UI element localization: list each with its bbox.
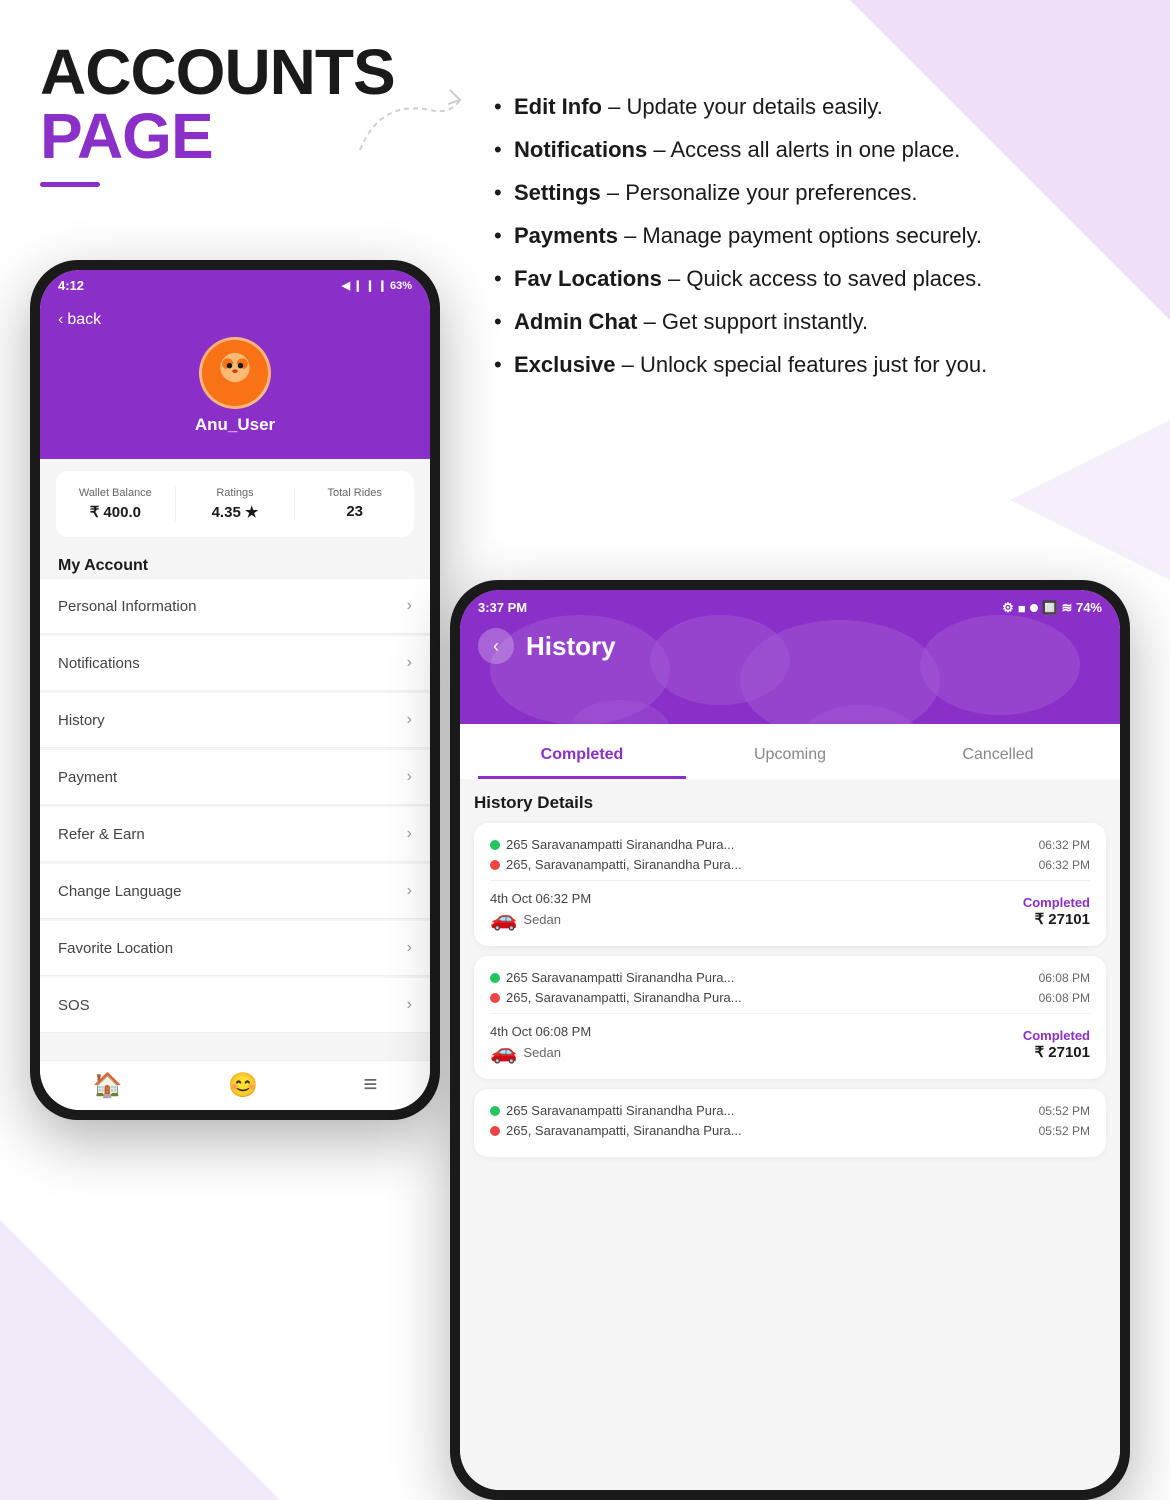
nav-home-icon[interactable]: 🏠 (93, 1071, 123, 1100)
tab-completed[interactable]: Completed (478, 734, 686, 779)
feature-fav-locations: Fav Locations – Quick access to saved pl… (490, 262, 1130, 295)
ride-route-from-3: 265 Saravanampatti Siranandha Pura... 05… (490, 1103, 1090, 1118)
ride-card-1[interactable]: 265 Saravanampatti Siranandha Pura... 06… (474, 823, 1106, 946)
car-icon-1: 🚗 (490, 906, 517, 932)
menu-language[interactable]: Change Language › (40, 864, 430, 919)
history-details-label: History Details (474, 793, 1106, 813)
tab-upcoming[interactable]: Upcoming (686, 734, 894, 779)
back-button-1[interactable]: ‹ back (58, 311, 101, 329)
to-dot-3 (490, 1126, 500, 1136)
history-content: History Details 265 Saravanampatti Siran… (460, 779, 1120, 1490)
history-status-icons: ⚙ ■ 🔲 ≋ 74% (1002, 600, 1102, 616)
menu-payment[interactable]: Payment › (40, 750, 430, 805)
divider-2 (490, 1013, 1090, 1014)
status-bar-1: 4:12 ◀ ❙ ❙ ❙ 63% (40, 270, 430, 301)
stat-rides: Total Rides 23 (295, 487, 414, 521)
ride-route-from-1: 265 Saravanampatti Siranandha Pura... 06… (490, 837, 1090, 852)
status-time-1: 4:12 (58, 278, 84, 293)
history-status-bar: 3:37 PM ⚙ ■ 🔲 ≋ 74% (478, 600, 1102, 616)
phone-purple-header: ‹ back Anu_User (40, 301, 430, 459)
history-header: 3:37 PM ⚙ ■ 🔲 ≋ 74% ‹ History (460, 590, 1120, 724)
menu-personal-info[interactable]: Personal Information › (40, 579, 430, 634)
nav-face-icon[interactable]: 😊 (228, 1071, 258, 1100)
ride-footer-1: 4th Oct 06:32 PM 🚗 Sedan Completed ₹ 271… (490, 891, 1090, 932)
feature-admin-chat: Admin Chat – Get support instantly. (490, 305, 1130, 338)
my-account-label: My Account (40, 549, 430, 579)
divider-1 (490, 880, 1090, 881)
doodle-decoration (350, 80, 470, 160)
ride-route-to-1: 265, Saravanampatti, Siranandha Pura... … (490, 857, 1090, 872)
feature-settings: Settings – Personalize your preferences. (490, 176, 1130, 209)
tab-cancelled[interactable]: Cancelled (894, 734, 1102, 779)
history-tabs: Completed Upcoming Cancelled (460, 724, 1120, 779)
phone-mockup-history: 3:37 PM ⚙ ■ 🔲 ≋ 74% ‹ History Completed … (450, 580, 1130, 1500)
nav-menu-icon[interactable]: ≡ (363, 1071, 377, 1100)
menu-favorite-location[interactable]: Favorite Location › (40, 921, 430, 976)
from-dot-3 (490, 1106, 500, 1116)
to-dot-1 (490, 860, 500, 870)
title-underline (40, 182, 100, 187)
ride-footer-2: 4th Oct 06:08 PM 🚗 Sedan Completed ₹ 271… (490, 1024, 1090, 1065)
history-time: 3:37 PM (478, 600, 527, 616)
feature-payments: Payments – Manage payment options secure… (490, 219, 1130, 252)
phone-screen-history: 3:37 PM ⚙ ■ 🔲 ≋ 74% ‹ History Completed … (460, 590, 1120, 1490)
features-list: Edit Info – Update your details easily. … (490, 90, 1130, 391)
bg-decoration-mid (1010, 400, 1170, 600)
status-icons-1: ◀ ❙ ❙ ❙ 63% (342, 279, 412, 292)
ride-status-2: Completed ₹ 27101 (1023, 1028, 1090, 1061)
to-dot-2 (490, 993, 500, 1003)
stat-ratings: Ratings 4.35 ★ (176, 487, 296, 521)
ride-route-from-2: 265 Saravanampatti Siranandha Pura... 06… (490, 970, 1090, 985)
feature-exclusive: Exclusive – Unlock special features just… (490, 348, 1130, 381)
bg-decoration-bottom (0, 1220, 280, 1500)
ride-card-3[interactable]: 265 Saravanampatti Siranandha Pura... 05… (474, 1089, 1106, 1157)
menu-history[interactable]: History › (40, 693, 430, 748)
user-name: Anu_User (195, 415, 275, 435)
feature-edit-info: Edit Info – Update your details easily. (490, 90, 1130, 123)
menu-notifications[interactable]: Notifications › (40, 636, 430, 691)
history-back-button[interactable]: ‹ (478, 628, 514, 664)
menu-refer-earn[interactable]: Refer & Earn › (40, 807, 430, 862)
stats-card: Wallet Balance ₹ 400.0 Ratings 4.35 ★ To… (56, 471, 414, 537)
from-dot-1 (490, 840, 500, 850)
phone-mockup-accounts: 4:12 ◀ ❙ ❙ ❙ 63% ‹ back (30, 260, 440, 1120)
history-title-row: ‹ History (478, 628, 1102, 664)
ride-route-to-3: 265, Saravanampatti, Siranandha Pura... … (490, 1123, 1090, 1138)
from-dot-2 (490, 973, 500, 983)
phone-screen-accounts: 4:12 ◀ ❙ ❙ ❙ 63% ‹ back (40, 270, 430, 1110)
history-title: History (526, 631, 616, 662)
ride-route-to-2: 265, Saravanampatti, Siranandha Pura... … (490, 990, 1090, 1005)
user-avatar (199, 337, 271, 409)
feature-notifications: Notifications – Access all alerts in one… (490, 133, 1130, 166)
ride-status-1: Completed ₹ 27101 (1023, 895, 1090, 928)
stat-wallet: Wallet Balance ₹ 400.0 (56, 487, 176, 521)
car-icon-2: 🚗 (490, 1039, 517, 1065)
ride-card-2[interactable]: 265 Saravanampatti Siranandha Pura... 06… (474, 956, 1106, 1079)
bottom-nav: 🏠 😊 ≡ (40, 1060, 430, 1110)
menu-sos[interactable]: SOS › (40, 978, 430, 1033)
